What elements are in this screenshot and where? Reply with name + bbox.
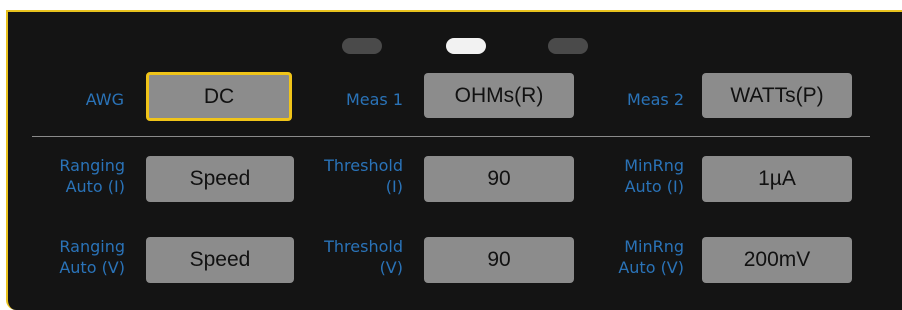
ranging-auto-v-button[interactable]: Speed	[146, 237, 294, 283]
page-dot-1[interactable]	[342, 38, 382, 54]
threshold-i-button[interactable]: 90	[424, 156, 574, 202]
threshold-v-button[interactable]: 90	[424, 237, 574, 283]
ranging-auto-i-button[interactable]: Speed	[146, 156, 294, 202]
page-dot-2-active[interactable]	[446, 38, 486, 54]
page-indicator	[8, 38, 902, 58]
meas1-button[interactable]: OHMs(R)	[424, 73, 574, 118]
awg-label: AWG	[85, 90, 124, 109]
awg-button[interactable]: DC	[146, 72, 292, 121]
divider-line	[32, 136, 870, 137]
minrng-auto-v-label: MinRng Auto (V)	[618, 237, 684, 277]
ranging-auto-v-label: Ranging Auto (V)	[59, 237, 125, 277]
meas2-label: Meas 2	[626, 90, 684, 109]
meas2-button[interactable]: WATTs(P)	[702, 73, 852, 118]
minrng-auto-i-button[interactable]: 1µA	[702, 156, 852, 202]
minrng-auto-v-button[interactable]: 200mV	[702, 237, 852, 283]
threshold-v-label: Threshold (V)	[324, 237, 403, 277]
meas1-label: Meas 1	[345, 90, 403, 109]
minrng-auto-i-label: MinRng Auto (I)	[624, 156, 684, 196]
ranging-auto-i-label: Ranging Auto (I)	[59, 156, 125, 196]
threshold-i-label: Threshold (I)	[324, 156, 403, 196]
page-dot-3[interactable]	[548, 38, 588, 54]
settings-panel: AWG DC Meas 1 OHMs(R) Meas 2 WATTs(P) Ra…	[6, 10, 902, 310]
